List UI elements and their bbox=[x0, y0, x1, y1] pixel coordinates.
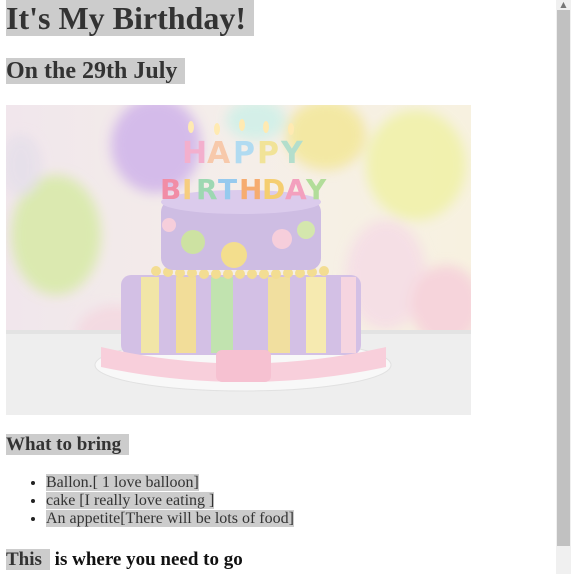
list-item: An appetite[There will be lots of food] bbox=[46, 510, 294, 528]
where-to-go-heading: This is where you need to go bbox=[6, 549, 243, 570]
page-subtitle: On the 29th July bbox=[6, 57, 186, 86]
birthday-cake-image: H A P P Y B I R T H D A Y bbox=[6, 105, 471, 415]
scrollbar-thumb[interactable] bbox=[557, 10, 570, 546]
page-title: It's My Birthday! bbox=[6, 0, 254, 37]
list-item: cake [I really love eating ] bbox=[46, 492, 294, 510]
scroll-up-icon[interactable]: ▲ bbox=[556, 0, 571, 10]
list-item: Ballon.[ 1 love balloon] bbox=[46, 474, 294, 492]
bring-list: Ballon.[ 1 love balloon] cake [I really … bbox=[6, 474, 294, 528]
scroll-down-icon[interactable] bbox=[556, 548, 571, 574]
what-to-bring-heading: What to bring bbox=[6, 433, 130, 456]
